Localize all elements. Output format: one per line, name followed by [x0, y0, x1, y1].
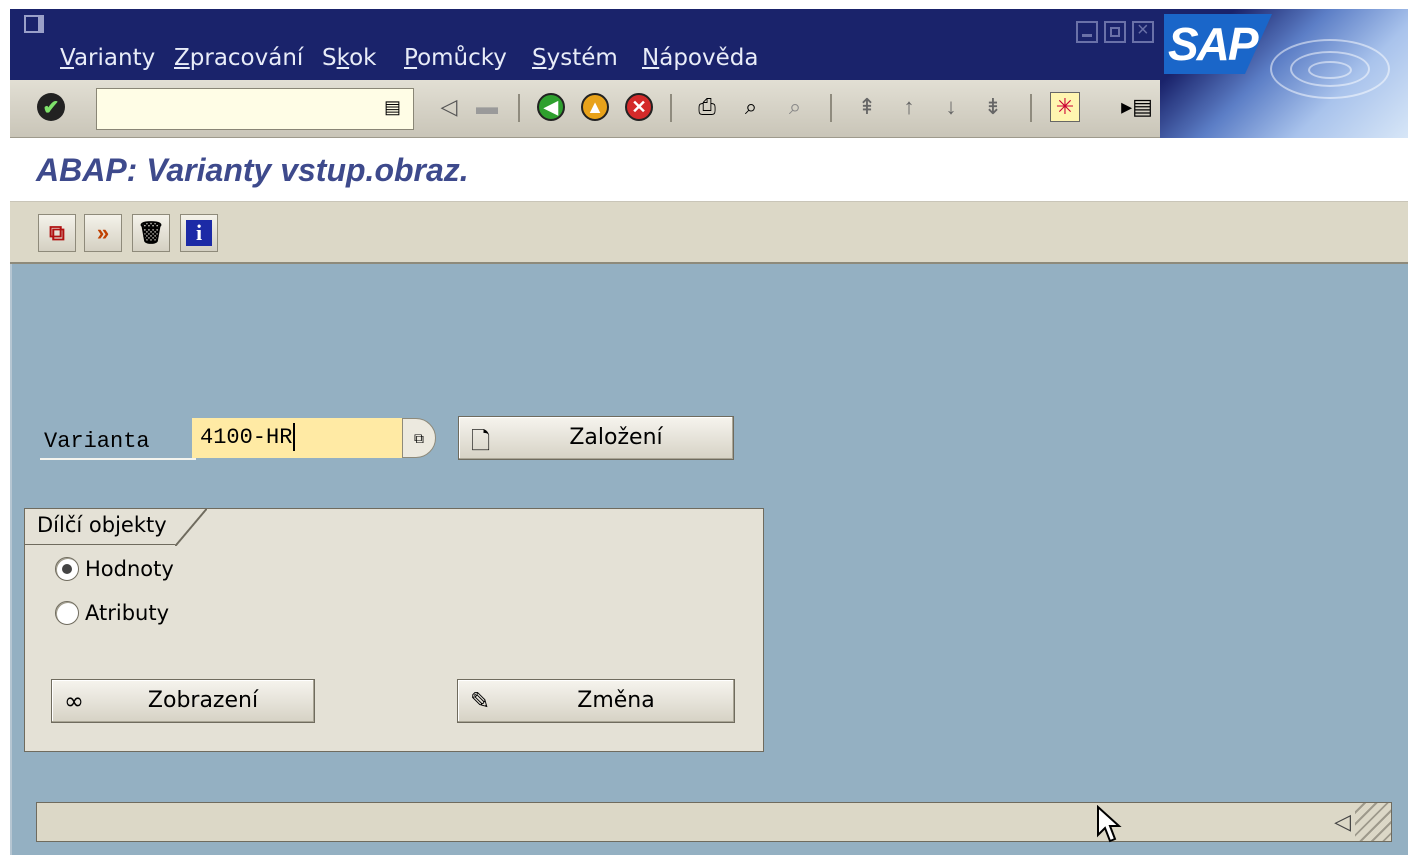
radio-values-label: Hodnoty — [85, 557, 174, 581]
radio-values[interactable]: Hodnoty — [55, 557, 174, 581]
window-controls — [1076, 19, 1154, 43]
menu-pomucky-label: omůcky — [417, 45, 507, 71]
maximize-icon[interactable] — [1104, 21, 1126, 43]
menu-skok-pre: S — [322, 45, 337, 71]
command-input[interactable] — [97, 89, 367, 129]
last-page-icon[interactable]: ⇟ — [978, 92, 1008, 122]
subobjects-group: Dílčí objekty Hodnoty Atributy ∞ Zobraze… — [24, 508, 764, 752]
radio-attributes[interactable]: Atributy — [55, 601, 169, 625]
delete-button[interactable]: 🗑︎ — [132, 214, 170, 252]
new-document-icon: 🗋 — [471, 427, 491, 455]
enter-icon[interactable]: ✔ — [36, 92, 66, 122]
variant-input[interactable]: 4100-HR — [192, 418, 402, 458]
radio-attributes-button[interactable] — [55, 601, 79, 625]
system-menu-icon[interactable] — [24, 15, 44, 33]
menu-system-label: ystém — [546, 45, 618, 71]
main-screen: Varianta 4100-HR ⧉ 🗋 Založení Dílčí obje… — [10, 264, 1408, 855]
radio-values-button[interactable] — [55, 557, 79, 581]
menu-pomucky[interactable]: Pomůcky — [404, 45, 507, 71]
display-button-label: Zobrazení — [147, 688, 259, 713]
menu-pomucky-accel: P — [404, 45, 418, 71]
menu-skok-accel: k — [336, 45, 350, 71]
print-icon[interactable]: ⎙ — [692, 92, 722, 122]
info-icon: i — [186, 220, 212, 246]
status-bar: ◁ — [36, 802, 1392, 842]
minimize-icon[interactable] — [1076, 21, 1098, 43]
rename-button[interactable]: » — [84, 214, 122, 252]
create-session-icon[interactable]: ✳ — [1050, 92, 1080, 122]
copy-icon: ⧉ — [49, 220, 65, 245]
variant-label: Varianta — [40, 424, 196, 460]
pencil-icon: ✎ — [470, 687, 491, 715]
menu-system[interactable]: Systém — [532, 45, 618, 71]
create-button[interactable]: 🗋 Založení — [458, 416, 734, 460]
variant-value: 4100-HR — [200, 425, 293, 450]
back-triangle-icon[interactable]: ◁ — [434, 92, 464, 122]
next-page-icon[interactable]: ↓ — [936, 92, 966, 122]
display-button[interactable]: ∞ Zobrazení — [51, 679, 315, 723]
page-title: ABAP: Varianty vstup.obraz. — [36, 152, 469, 188]
menu-skok-label: ok — [349, 45, 377, 71]
command-list-icon[interactable]: ▤ — [384, 97, 401, 118]
menu-zpracovani-label: pracování — [189, 45, 304, 71]
create-button-label: Založení — [569, 425, 663, 450]
back-icon[interactable]: ◀ — [536, 92, 566, 122]
close-icon[interactable] — [1132, 19, 1154, 43]
menu-zpracovani-accel: Z — [174, 45, 190, 71]
radio-attributes-label: Atributy — [85, 601, 169, 625]
change-button[interactable]: ✎ Změna — [457, 679, 735, 723]
value-help-icon: ⧉ — [414, 429, 424, 446]
menu-varianty-label: arianty — [73, 45, 156, 71]
application-toolbar: ⧉ » 🗑︎ i — [10, 202, 1408, 264]
save-icon[interactable]: ▬ — [472, 92, 502, 122]
find-next-icon[interactable]: ⌕ — [780, 92, 810, 122]
first-page-icon[interactable]: ⇞ — [852, 92, 882, 122]
glasses-icon: ∞ — [64, 687, 84, 715]
previous-page-icon[interactable]: ↑ — [894, 92, 924, 122]
title-bar: ABAP: Varianty vstup.obraz. — [10, 138, 1408, 202]
standard-toolbar: ✔ ▤ ◁ ▬ ◀ ▲ ✕ ⎙ ⌕ ⌕ ⇞ ↑ ↓ ⇟ ✳ ▸▤ — [10, 80, 1160, 138]
mouse-cursor-icon — [1097, 805, 1122, 843]
menu-skok[interactable]: Skok — [322, 45, 377, 71]
generate-shortcut-icon[interactable]: ▸▤ — [1121, 92, 1153, 122]
cancel-icon[interactable]: ✕ — [624, 92, 654, 122]
value-help-button[interactable]: ⧉ — [402, 418, 436, 458]
info-button[interactable]: i — [180, 214, 218, 252]
command-field[interactable]: ▤ — [96, 88, 414, 130]
status-expand-icon[interactable]: ◁ — [1334, 809, 1351, 835]
change-button-label: Změna — [577, 688, 655, 713]
menu-napoveda-accel: N — [642, 45, 660, 71]
find-icon[interactable]: ⌕ — [736, 92, 766, 122]
exit-icon[interactable]: ▲ — [580, 92, 610, 122]
menu-system-accel: S — [532, 45, 547, 71]
menu-varianty[interactable]: Varianty — [60, 45, 155, 71]
menu-varianty-accel: V — [60, 45, 74, 71]
copy-button[interactable]: ⧉ — [38, 214, 76, 252]
menu-zpracovani[interactable]: Zpracování — [174, 45, 303, 71]
delete-icon: 🗑︎ — [137, 220, 165, 245]
resize-grip-icon[interactable] — [1355, 803, 1391, 841]
rename-icon: » — [96, 220, 110, 245]
menu-napoveda[interactable]: Nápověda — [642, 45, 758, 71]
menu-napoveda-label: ápověda — [659, 45, 759, 71]
